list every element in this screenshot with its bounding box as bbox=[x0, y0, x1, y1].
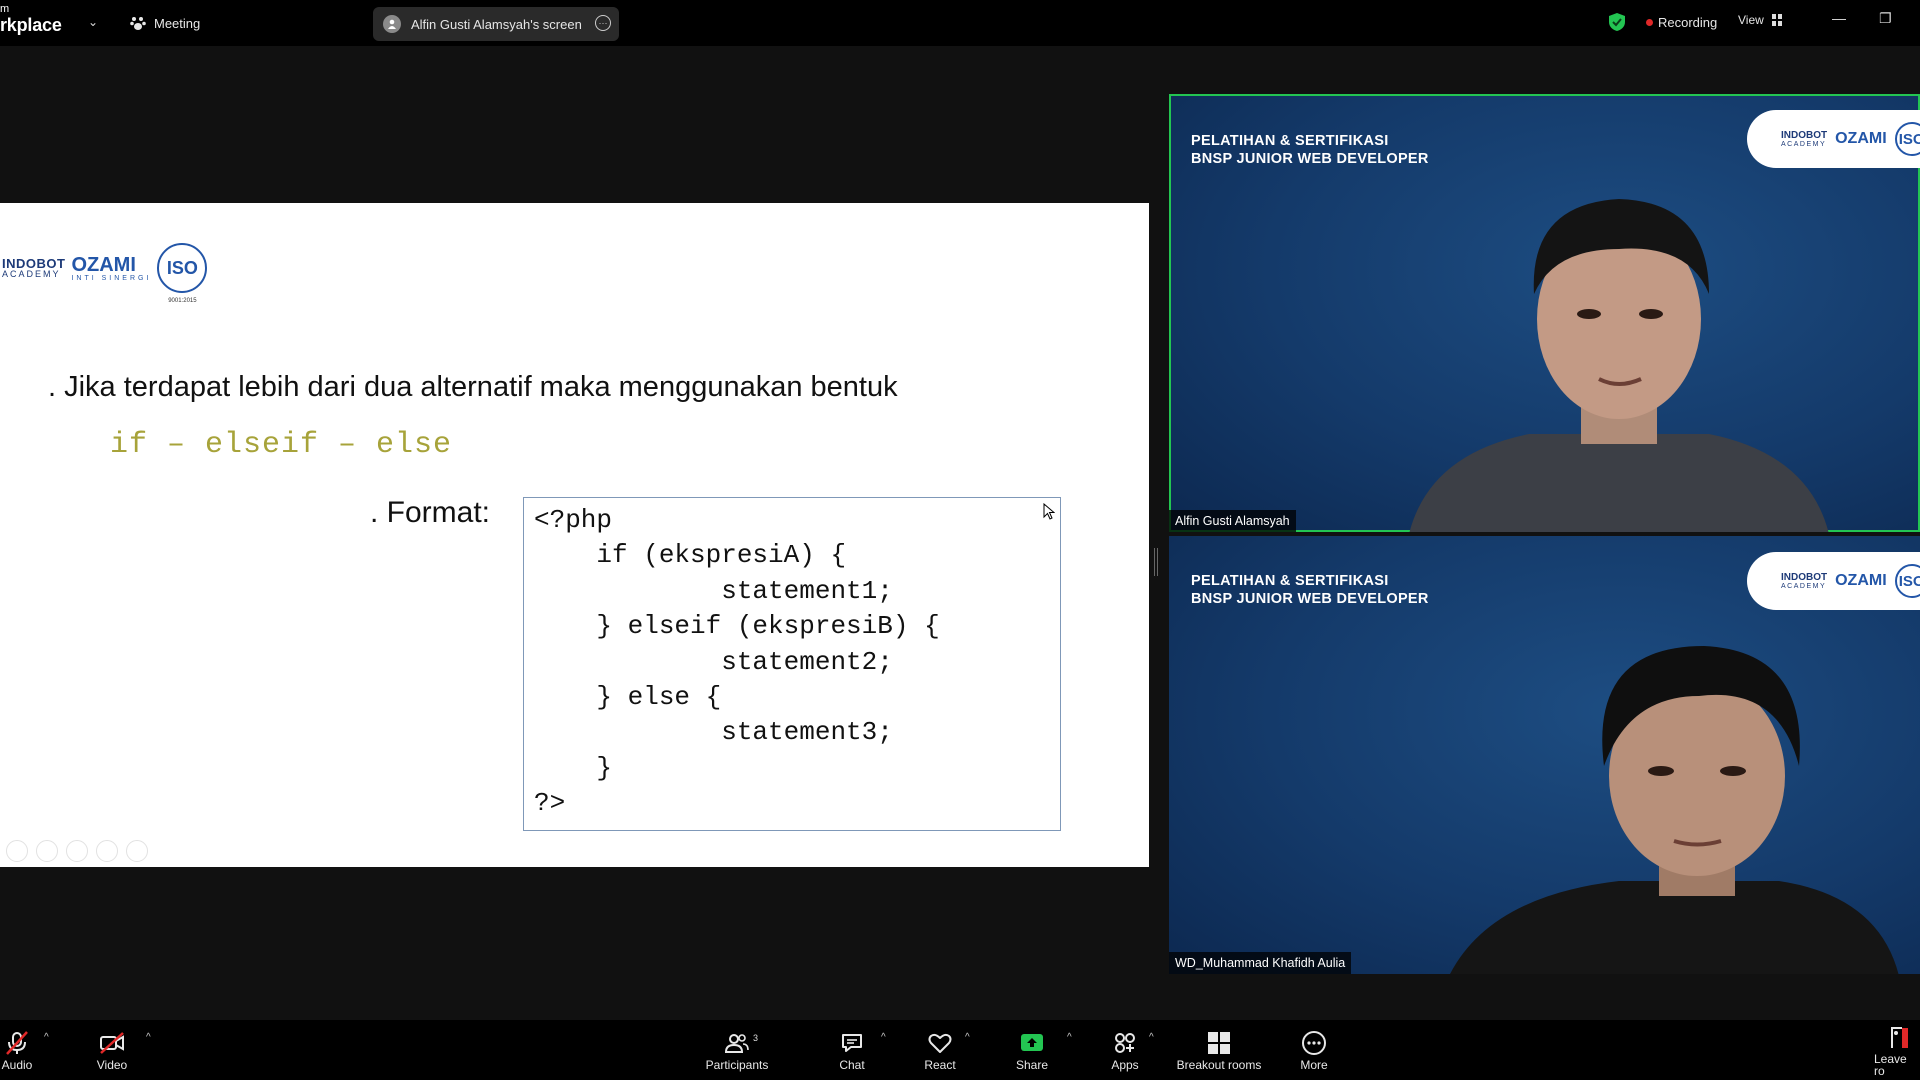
breakout-rooms-button[interactable]: Breakout rooms bbox=[1172, 1020, 1266, 1080]
shared-slide: INDOBOT ACADEMY OZAMI INTI SINERGI ISO 9… bbox=[0, 203, 1149, 867]
meeting-toolbar: Audio ^ Video ^ Participants 3 Chat ^ Re… bbox=[0, 1020, 1920, 1080]
react-options-caret[interactable]: ^ bbox=[965, 1032, 970, 1043]
slide-format-label: . Format: bbox=[370, 496, 491, 529]
breakout-rooms-icon bbox=[1208, 1031, 1230, 1054]
screen-share-label: Alfin Gusti Alamsyah's screen bbox=[411, 16, 582, 32]
leave-room-icon bbox=[1891, 1026, 1908, 1048]
view-button[interactable]: View bbox=[1738, 13, 1782, 27]
ozami-logo: OZAMI bbox=[1835, 130, 1887, 147]
video-tile-presenter[interactable]: PELATIHAN & SERTIFIKASI BNSP JUNIOR WEB … bbox=[1169, 94, 1920, 532]
chat-button[interactable]: Chat bbox=[836, 1020, 868, 1080]
video-camera-off-icon bbox=[100, 1031, 124, 1054]
iso-logo: ISO 9001:2015 bbox=[157, 243, 208, 304]
code-block: <?php if (ekspresiA) { statement1; } els… bbox=[534, 505, 940, 819]
chat-label: Chat bbox=[839, 1057, 865, 1072]
audio-label: Audio bbox=[1, 1057, 33, 1072]
apps-icon bbox=[1115, 1032, 1135, 1053]
paw-icon bbox=[130, 17, 146, 30]
grid-view-icon bbox=[1771, 14, 1782, 26]
video-label: Video bbox=[96, 1057, 128, 1072]
screen-share-pill[interactable]: Alfin Gusti Alamsyah's screen ··· bbox=[373, 7, 619, 41]
security-shield-icon[interactable] bbox=[1608, 12, 1626, 32]
slides-icon[interactable] bbox=[66, 840, 88, 862]
chevron-down-icon[interactable]: ⌄ bbox=[88, 15, 98, 29]
more-icon[interactable] bbox=[126, 840, 148, 862]
meeting-label: Meeting bbox=[154, 15, 201, 31]
video-tile-participant[interactable]: PELATIHAN & SERTIFIKASI BNSP JUNIOR WEB … bbox=[1169, 536, 1920, 974]
participants-icon bbox=[724, 1033, 749, 1053]
more-options-icon[interactable]: ··· bbox=[595, 15, 611, 31]
breakout-rooms-label: Breakout rooms bbox=[1176, 1057, 1262, 1072]
more-button[interactable]: More bbox=[1296, 1020, 1332, 1080]
participants-count-badge: 3 bbox=[753, 1033, 759, 1043]
meeting-button[interactable]: Meeting bbox=[130, 10, 200, 36]
leave-button[interactable]: Leave ro bbox=[1874, 1020, 1920, 1080]
presenter-avatar bbox=[383, 15, 401, 33]
zoom-icon[interactable] bbox=[96, 840, 118, 862]
slide-toolbar bbox=[6, 840, 148, 862]
audio-button[interactable]: Audio bbox=[0, 1020, 34, 1080]
more-label: More bbox=[1300, 1057, 1328, 1072]
apps-options-caret[interactable]: ^ bbox=[1149, 1032, 1154, 1043]
chat-bubble-icon bbox=[842, 1033, 862, 1052]
indobot-logo: INDOBOT ACADEMY bbox=[1781, 129, 1828, 148]
video-options-caret[interactable]: ^ bbox=[146, 1032, 151, 1043]
share-screen-icon bbox=[1021, 1033, 1043, 1051]
iso-logo: ISO bbox=[1894, 122, 1920, 156]
restore-button[interactable]: ❐ bbox=[1879, 10, 1892, 27]
panel-resize-handle[interactable] bbox=[1154, 548, 1158, 576]
heart-icon bbox=[928, 1033, 952, 1053]
tile-banner-title: PELATIHAN & SERTIFIKASI BNSP JUNIOR WEB … bbox=[1191, 133, 1429, 167]
play-icon[interactable] bbox=[6, 840, 28, 862]
brand-top-text: m bbox=[0, 3, 10, 15]
share-options-caret[interactable]: ^ bbox=[1067, 1032, 1072, 1043]
participant-video-feed bbox=[1450, 646, 1899, 974]
participants-label: Participants bbox=[705, 1057, 769, 1072]
iso-logo: ISO bbox=[1894, 564, 1920, 598]
react-label: React bbox=[924, 1057, 956, 1072]
react-button[interactable]: React bbox=[922, 1020, 958, 1080]
slide-syntax-text: if – elseif – else bbox=[110, 428, 453, 462]
view-label: View bbox=[1738, 13, 1764, 27]
ozami-logo: OZAMI bbox=[1835, 572, 1887, 589]
microphone-muted-icon bbox=[6, 1030, 28, 1055]
participant-name-tag: WD_Muhammad Khafidh Aulia bbox=[1169, 952, 1352, 974]
participant-name-tag: Alfin Gusti Alamsyah bbox=[1169, 510, 1296, 532]
minimize-button[interactable]: — bbox=[1832, 10, 1846, 26]
recording-label: Recording bbox=[1658, 15, 1718, 30]
person-icon bbox=[388, 19, 396, 29]
participants-button[interactable]: Participants 3 bbox=[700, 1020, 774, 1080]
mouse-cursor-icon bbox=[1043, 503, 1055, 520]
tile-logo-badge: INDOBOT ACADEMY OZAMI ISO bbox=[1747, 552, 1920, 610]
pen-icon[interactable] bbox=[36, 840, 58, 862]
slide-logos: INDOBOT ACADEMY OZAMI INTI SINERGI ISO 9… bbox=[2, 243, 208, 304]
share-button[interactable]: Share bbox=[1014, 1020, 1050, 1080]
indobot-logo: INDOBOT ACADEMY bbox=[2, 256, 66, 279]
participant-video-feed bbox=[1409, 199, 1829, 532]
more-dots-icon bbox=[1302, 1030, 1326, 1055]
leave-label: Leave ro bbox=[1874, 1051, 1907, 1078]
tile-banner-title: PELATIHAN & SERTIFIKASI BNSP JUNIOR WEB … bbox=[1191, 573, 1429, 607]
app-brand: m rkplace bbox=[0, 0, 62, 35]
audio-options-caret[interactable]: ^ bbox=[44, 1032, 49, 1043]
indobot-logo: INDOBOT ACADEMY bbox=[1781, 571, 1828, 590]
share-label: Share bbox=[1015, 1057, 1049, 1072]
recording-dot-icon bbox=[1646, 19, 1653, 26]
ozami-logo: OZAMI INTI SINERGI bbox=[71, 253, 152, 282]
apps-button[interactable]: Apps bbox=[1110, 1020, 1140, 1080]
video-button[interactable]: Video bbox=[92, 1020, 132, 1080]
tile-logo-badge: INDOBOT ACADEMY OZAMI ISO bbox=[1747, 110, 1920, 168]
code-box: <?php if (ekspresiA) { statement1; } els… bbox=[523, 497, 1061, 831]
brand-main-text: rkplace bbox=[0, 15, 62, 35]
top-bar: m rkplace ⌄ Meeting Alfin Gusti Alamsyah… bbox=[0, 0, 1920, 46]
recording-indicator[interactable]: Recording bbox=[1646, 15, 1717, 30]
apps-label: Apps bbox=[1111, 1057, 1139, 1072]
slide-bullet-text: . Jika terdapat lebih dari dua alternati… bbox=[48, 371, 898, 403]
chat-options-caret[interactable]: ^ bbox=[881, 1032, 886, 1043]
